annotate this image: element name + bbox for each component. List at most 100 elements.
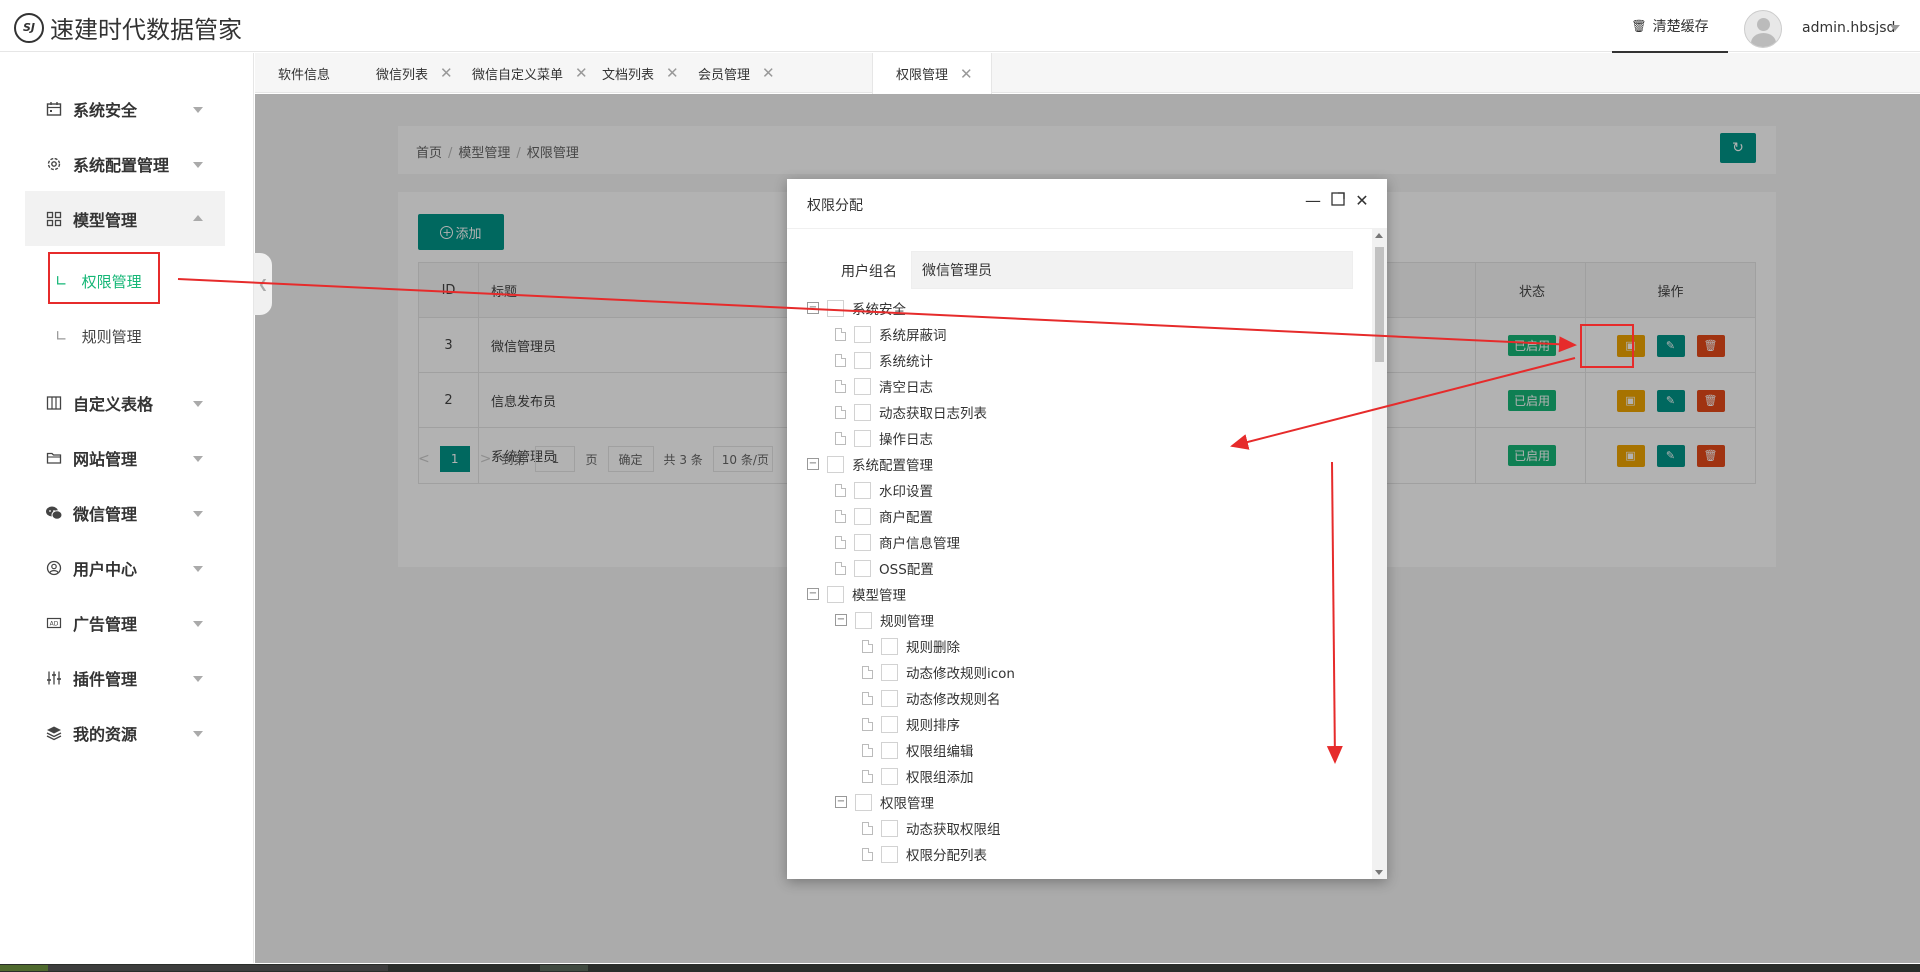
collapse-toggle-icon[interactable]: − <box>807 302 819 314</box>
tree-node-label: 清空日志 <box>879 380 933 396</box>
sidebar-item-model[interactable]: 模型管理 <box>25 191 225 246</box>
app-logo[interactable]: SJ 速建时代数据管家 <box>14 10 242 45</box>
permission-checkbox[interactable] <box>827 585 844 603</box>
tree-node-label: 动态获取权限组 <box>906 822 1001 838</box>
sidebar-item-label: 系统安全 <box>73 100 138 120</box>
sidebar-item-plugins[interactable]: 插件管理 <box>25 650 225 705</box>
permission-checkbox[interactable] <box>881 767 898 785</box>
document-icon <box>862 821 873 835</box>
scroll-down-icon[interactable] <box>1375 870 1383 875</box>
sidebar-item-website[interactable]: 网站管理 <box>25 430 225 485</box>
maximize-icon[interactable] <box>1329 191 1347 210</box>
tab-wechat-menu[interactable]: 微信自定义菜单 ✕ <box>449 53 588 93</box>
collapse-toggle-icon[interactable]: − <box>807 588 819 600</box>
permission-checkbox[interactable] <box>854 533 871 551</box>
modal-body: 用户组名 微信管理员 − 系统安全 系统屏蔽词 系统统计 清空日志 动态获取日志列表 操作日… <box>787 229 1372 879</box>
permission-checkbox[interactable] <box>881 689 898 707</box>
chevron-down-icon[interactable] <box>1890 25 1900 31</box>
sidebar-subitem-label: 规则管理 <box>81 327 142 346</box>
collapse-toggle-icon[interactable]: − <box>835 614 847 626</box>
tree-group-node: − 规则管理 <box>835 609 934 631</box>
sidebar-item-custom-table[interactable]: 自定义表格 <box>25 375 225 430</box>
tree-leaf-node: 系统屏蔽词 <box>835 323 947 345</box>
permission-checkbox[interactable] <box>881 663 898 681</box>
top-header: SJ 速建时代数据管家 🗑 清楚缓存 admin.hbsjsd <box>0 0 1920 55</box>
group-name-field[interactable]: 微信管理员 <box>911 251 1353 289</box>
sidebar-item-label: 模型管理 <box>73 210 138 230</box>
permission-checkbox[interactable] <box>827 455 844 473</box>
permission-checkbox[interactable] <box>881 741 898 759</box>
document-icon <box>835 379 846 393</box>
document-icon <box>835 483 846 497</box>
tree-leaf-node: 动态获取权限组 <box>862 817 1001 839</box>
scrollbar[interactable] <box>1372 229 1387 879</box>
permission-checkbox[interactable] <box>854 481 871 499</box>
sidebar-item-label: 插件管理 <box>73 669 138 689</box>
permission-checkbox[interactable] <box>854 429 871 447</box>
sidebar-subitem-rules[interactable]: ∟ 规则管理 <box>25 311 225 361</box>
tree-node-label: 水印设置 <box>879 484 933 500</box>
sidebar-item-security[interactable]: 系统安全 <box>25 81 225 136</box>
tree-node-label: 规则管理 <box>880 614 934 630</box>
tree-node-label: 规则删除 <box>906 640 960 656</box>
permission-checkbox[interactable] <box>881 819 898 837</box>
permission-checkbox[interactable] <box>854 507 871 525</box>
user-name[interactable]: admin.hbsjsd <box>1802 20 1895 36</box>
tree-leaf-node: 权限分配列表 <box>862 843 987 865</box>
permission-checkbox[interactable] <box>855 611 872 629</box>
tree-leaf-node: 水印设置 <box>835 479 933 501</box>
sidebar-item-ads[interactable]: AD 广告管理 <box>25 595 225 650</box>
scroll-up-icon[interactable] <box>1375 233 1383 238</box>
permission-checkbox[interactable] <box>854 377 871 395</box>
permission-checkbox[interactable] <box>854 351 871 369</box>
clear-cache-button[interactable]: 🗑 清楚缓存 <box>1612 0 1728 55</box>
sidebar-item-resources[interactable]: 我的资源 <box>25 705 225 760</box>
clear-cache-label: 清楚缓存 <box>1652 18 1709 35</box>
tree-node-label: 商户配置 <box>879 510 933 526</box>
gear-icon <box>45 155 63 173</box>
sidebar-item-label: 微信管理 <box>73 504 138 524</box>
tree-leaf-node: 权限组添加 <box>862 765 974 787</box>
permission-checkbox[interactable] <box>881 637 898 655</box>
permission-checkbox[interactable] <box>854 559 871 577</box>
permission-checkbox[interactable] <box>854 403 871 421</box>
scroll-thumb[interactable] <box>1375 247 1384 362</box>
sidebar-item-system-config[interactable]: 系统配置管理 <box>25 136 225 191</box>
collapse-toggle-icon[interactable]: − <box>835 796 847 808</box>
permission-checkbox[interactable] <box>855 793 872 811</box>
tab-label: 文档列表 <box>602 67 655 83</box>
sidebar-item-wechat[interactable]: 微信管理 <box>25 485 225 540</box>
permission-checkbox[interactable] <box>881 715 898 733</box>
tab-permission-mgmt[interactable]: 权限管理 ✕ <box>872 53 992 94</box>
tree-leaf-node: 动态获取日志列表 <box>835 401 987 423</box>
tab-bar: 软件信息 微信列表 ✕ 微信自定义菜单 ✕ 文档列表 ✕ 会员管理 ✕ 权限管理 ✕ <box>255 53 1920 94</box>
document-icon <box>835 353 846 367</box>
tab-member-mgmt[interactable]: 会员管理 ✕ <box>675 53 775 93</box>
tab-software-info[interactable]: 软件信息 <box>255 53 330 93</box>
tree-node-label: 动态修改规则icon <box>906 666 1015 682</box>
close-icon[interactable]: ✕ <box>1353 191 1371 210</box>
tab-doc-list[interactable]: 文档列表 ✕ <box>579 53 679 93</box>
tree-node-label: OSS配置 <box>879 562 934 578</box>
close-icon[interactable]: ✕ <box>960 65 973 83</box>
permission-checkbox[interactable] <box>881 845 898 863</box>
sidebar-item-label: 自定义表格 <box>73 394 154 414</box>
document-icon <box>835 561 846 575</box>
close-icon[interactable]: ✕ <box>762 64 775 82</box>
minimize-icon[interactable]: — <box>1304 191 1322 210</box>
permission-checkbox[interactable] <box>854 325 871 343</box>
sidebar-collapse-handle[interactable]: ❮ <box>254 253 272 315</box>
tab-wechat-list[interactable]: 微信列表 ✕ <box>353 53 453 93</box>
document-icon <box>835 431 846 445</box>
svg-text:AD: AD <box>50 620 59 627</box>
grid-icon <box>45 210 63 228</box>
sidebar-item-label: 网站管理 <box>73 449 138 469</box>
chevron-down-icon <box>193 676 203 682</box>
sidebar-item-user-center[interactable]: 用户中心 <box>25 540 225 595</box>
chevron-up-icon <box>193 215 203 221</box>
permission-checkbox[interactable] <box>827 299 844 317</box>
tree-group-node: − 系统配置管理 <box>807 453 933 475</box>
app-title: 速建时代数据管家 <box>50 16 242 44</box>
collapse-toggle-icon[interactable]: − <box>807 458 819 470</box>
avatar[interactable] <box>1744 10 1782 48</box>
